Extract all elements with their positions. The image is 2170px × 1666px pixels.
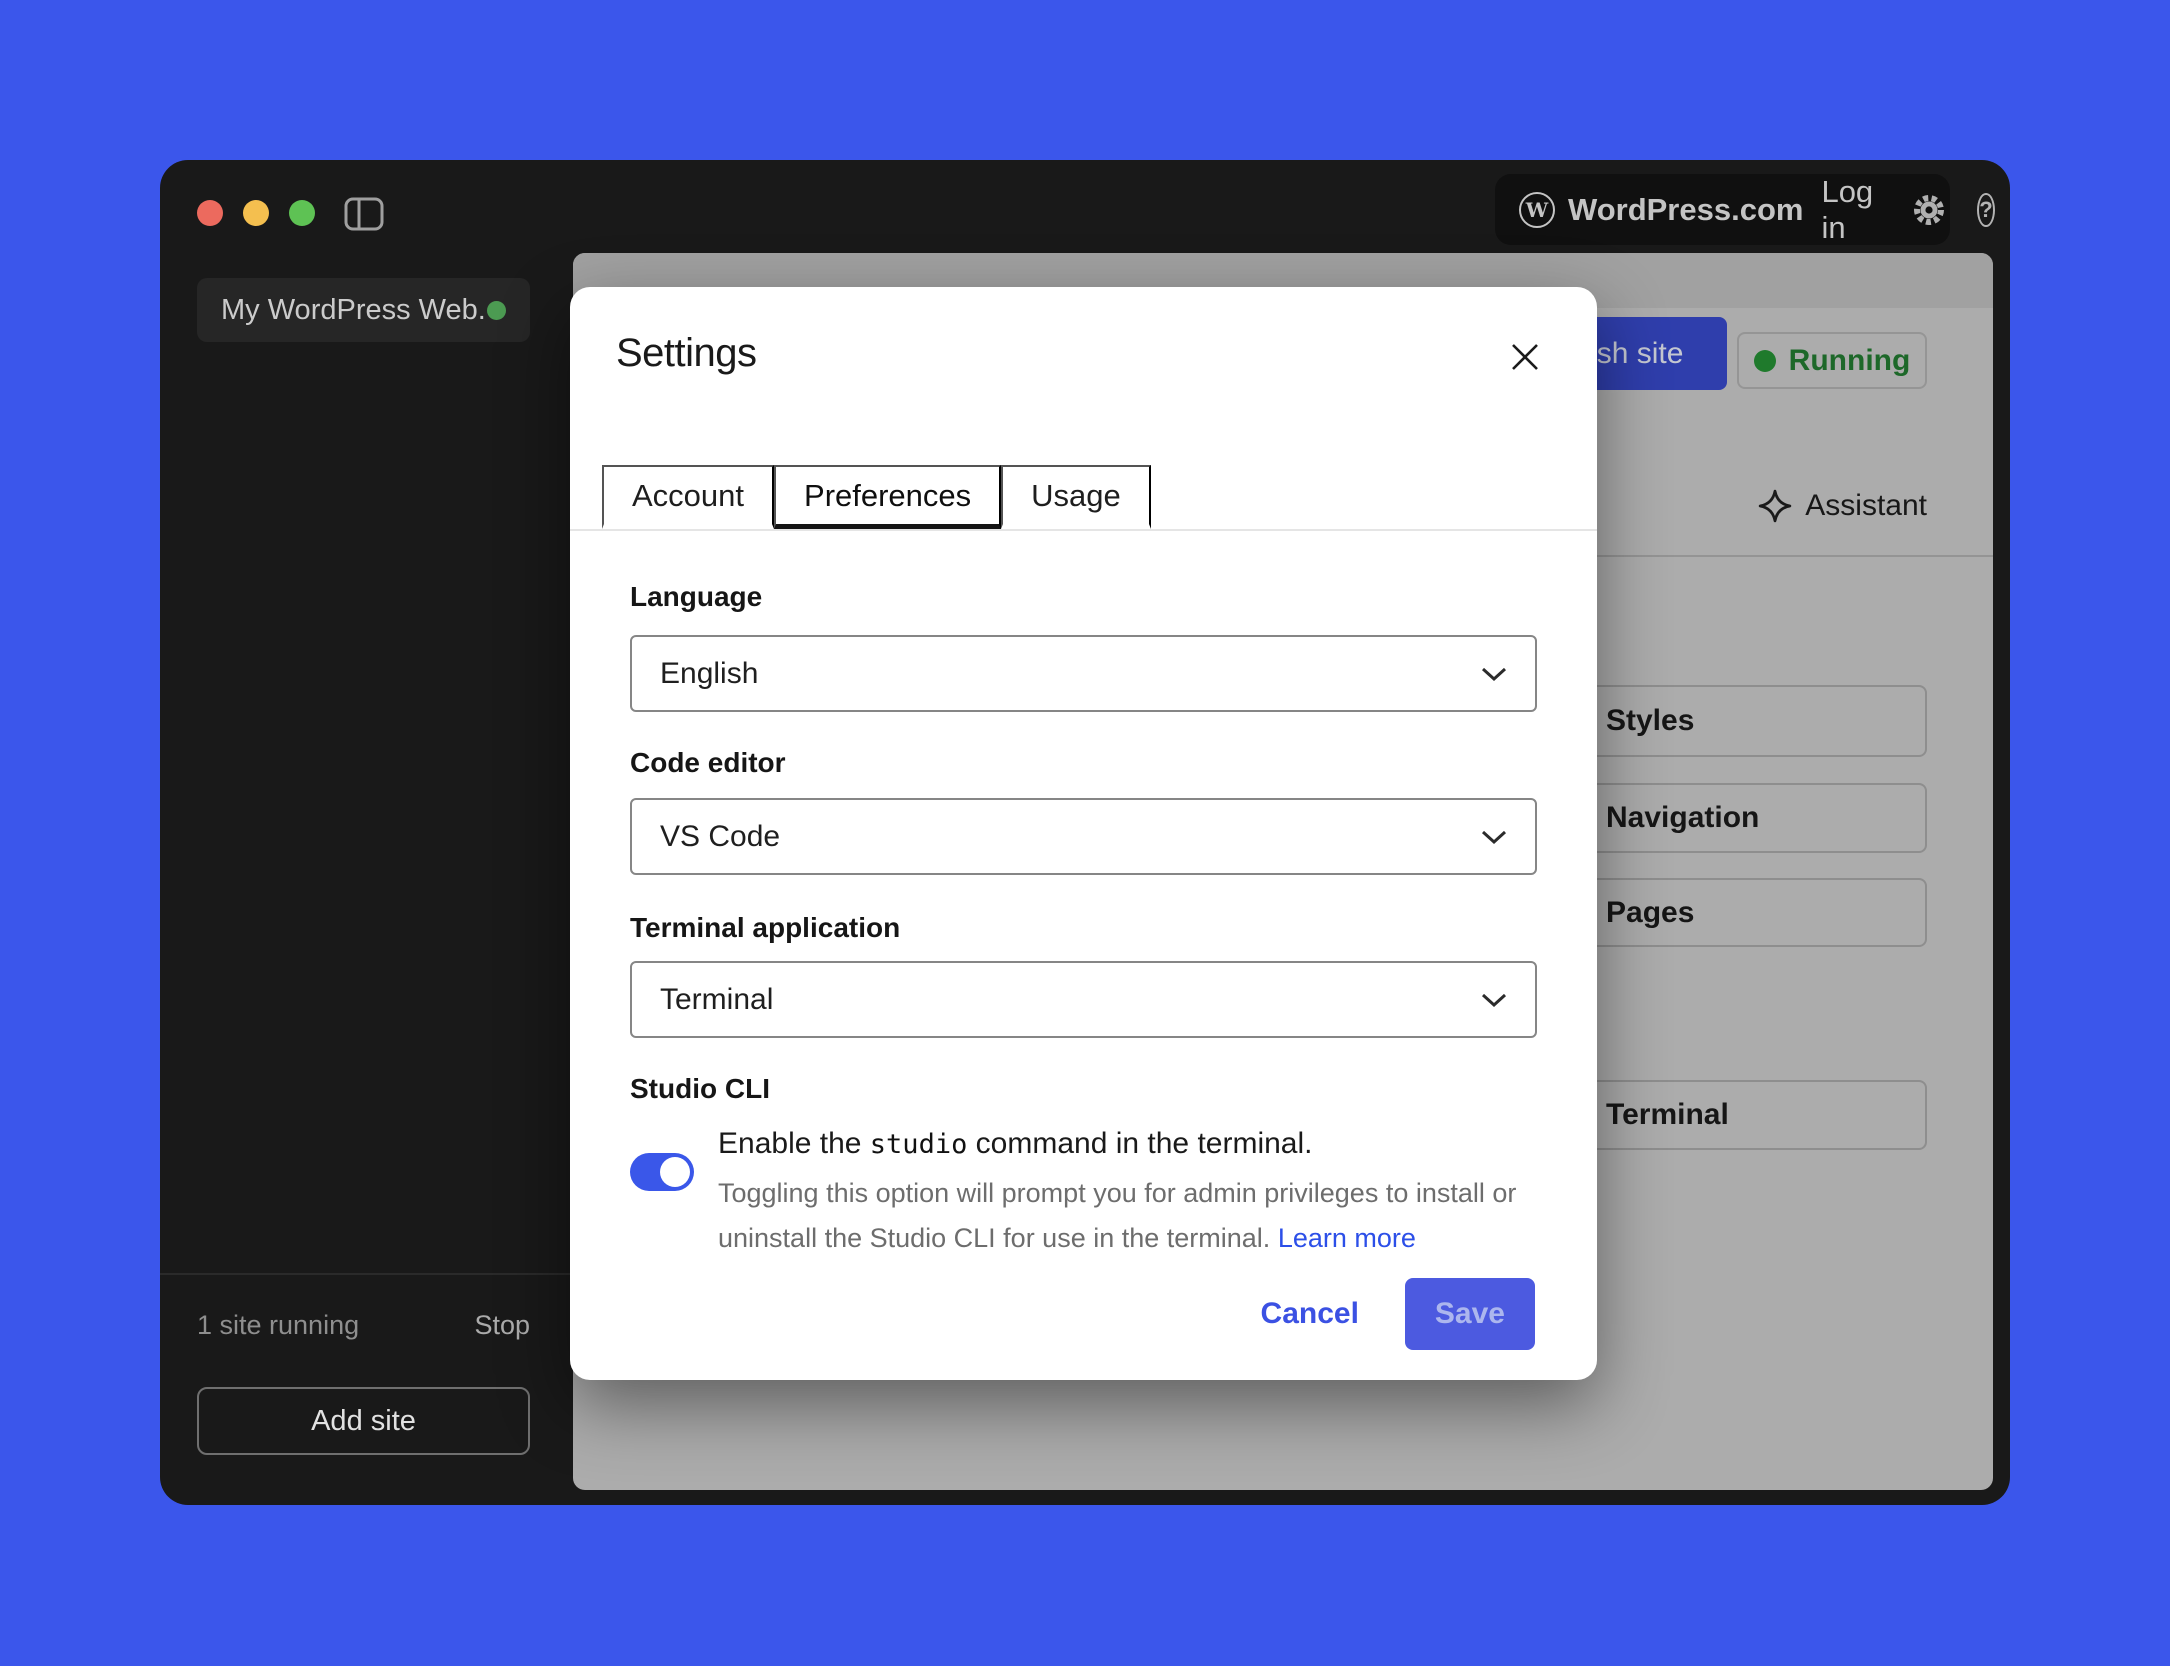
tab-assistant[interactable]: Assistant: [1758, 489, 1927, 523]
add-site-button[interactable]: Add site: [197, 1387, 530, 1455]
close-icon: [1509, 341, 1541, 373]
pages-button[interactable]: Pages: [1580, 878, 1927, 947]
studio-cli-enable-text: Enable the studio command in the termina…: [718, 1127, 1313, 1161]
close-modal-button[interactable]: [1507, 339, 1543, 375]
terminal-application-label: Terminal application: [630, 912, 900, 944]
stop-all-button[interactable]: Stop: [474, 1310, 530, 1341]
studio-cli-label: Studio CLI: [630, 1073, 770, 1105]
terminal-application-select-value: Terminal: [660, 983, 1481, 1017]
language-select[interactable]: English: [630, 635, 1537, 712]
studio-cli-toggle[interactable]: [630, 1153, 694, 1191]
wordpress-logo-icon: W: [1519, 192, 1555, 228]
studio-cli-description: Toggling this option will prompt you for…: [718, 1171, 1516, 1261]
minimize-window-button[interactable]: [243, 200, 269, 226]
modal-title: Settings: [616, 331, 757, 376]
account-bar: W WordPress.com Log in ?: [1495, 174, 1950, 245]
learn-more-link[interactable]: Learn more: [1278, 1223, 1416, 1253]
zoom-window-button[interactable]: [289, 200, 315, 226]
tab-preferences[interactable]: Preferences: [774, 465, 1001, 529]
toggle-knob: [660, 1157, 690, 1187]
settings-gear-button[interactable]: [1911, 192, 1947, 228]
tab-account[interactable]: Account: [602, 465, 774, 529]
app-window: W WordPress.com Log in ? My WordPress We…: [160, 160, 2010, 1505]
running-status-badge[interactable]: Running: [1737, 332, 1927, 389]
language-select-value: English: [660, 657, 1481, 691]
chevron-down-icon: [1481, 829, 1507, 845]
code-editor-label: Code editor: [630, 747, 786, 779]
styles-button[interactable]: Styles: [1580, 685, 1927, 757]
log-in-link[interactable]: Log in: [1821, 174, 1873, 246]
navigation-button[interactable]: Navigation: [1580, 783, 1927, 853]
modal-tabbar: Account Preferences Usage: [570, 465, 1597, 531]
terminal-application-select[interactable]: Terminal: [630, 961, 1537, 1038]
chevron-down-icon: [1481, 666, 1507, 682]
sidebar-divider: [160, 1273, 573, 1275]
tab-usage[interactable]: Usage: [1001, 465, 1151, 529]
site-name-label: My WordPress Web...: [221, 294, 487, 327]
site-running-dot-icon: [487, 301, 506, 320]
sidebar-status-row: 1 site running Stop: [197, 1310, 530, 1341]
language-label: Language: [630, 581, 762, 613]
cancel-button[interactable]: Cancel: [1261, 1297, 1359, 1331]
settings-modal: Settings Account Preferences Usage Langu…: [570, 287, 1597, 1380]
sidebar-item-site[interactable]: My WordPress Web...: [197, 278, 530, 342]
close-window-button[interactable]: [197, 200, 223, 226]
modal-footer: Cancel Save: [1261, 1278, 1535, 1350]
terminal-button[interactable]: Terminal: [1580, 1080, 1927, 1150]
wordpress-com-link[interactable]: WordPress.com: [1568, 192, 1803, 228]
running-dot-icon: [1754, 350, 1776, 372]
code-editor-select[interactable]: VS Code: [630, 798, 1537, 875]
running-label: Running: [1789, 344, 1911, 378]
gear-icon: [1911, 192, 1947, 228]
question-mark-icon: ?: [1979, 197, 1992, 223]
code-editor-select-value: VS Code: [660, 820, 1481, 854]
chevron-down-icon: [1481, 992, 1507, 1008]
sites-running-count: 1 site running: [197, 1310, 359, 1341]
assistant-label: Assistant: [1805, 489, 1927, 523]
save-button[interactable]: Save: [1405, 1278, 1535, 1350]
sparkle-icon: [1758, 489, 1792, 523]
sidebar-icon: [344, 197, 384, 231]
studio-command-code: studio: [870, 1129, 968, 1160]
help-button[interactable]: ?: [1977, 193, 1994, 227]
sidebar-toggle-button[interactable]: [342, 196, 386, 232]
